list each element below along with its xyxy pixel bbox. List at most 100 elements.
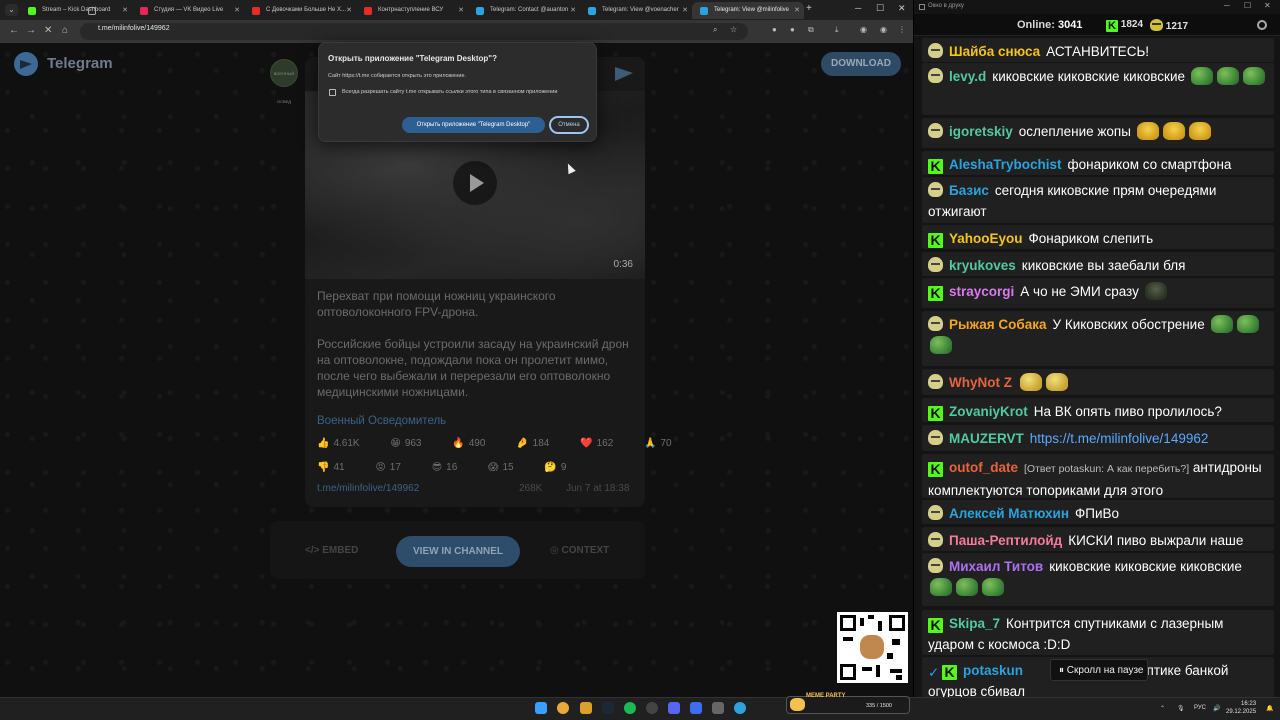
language-indicator[interactable]: РУС [1194,705,1206,711]
scroll-paused-button[interactable]: ⏸ Скролл на паузе [1050,659,1148,681]
back-icon[interactable]: ← [9,25,19,37]
tab-telegram-milinfolive[interactable]: Telegram: View @milinfolive ✕ [692,2,804,19]
play-icon[interactable] [453,161,497,205]
reaction-grin[interactable]: 😁 963 [390,438,435,449]
chat-username[interactable]: igoretskiy [949,124,1013,139]
zoom-icon[interactable]: ⌕ [713,25,717,35]
context-button[interactable]: ◎ CONTEXT [550,545,609,556]
tab-kick-dashboard[interactable]: Stream – Kick Dashboard ✕ [20,2,132,19]
telegram-icon[interactable] [734,702,746,714]
settings-icon[interactable] [1257,20,1267,30]
chat-username[interactable]: Михаил Титов [949,559,1043,574]
always-allow-label[interactable]: Всегда разрешать сайту t.me открывать сс… [342,89,557,95]
share-icon[interactable] [615,67,633,81]
tab-close-icon[interactable]: ✕ [458,2,464,19]
reaction-dislike[interactable]: 👎 41 [317,462,359,473]
maximize-icon[interactable]: ☐ [876,3,884,14]
close-window-icon[interactable]: ✕ [898,3,906,14]
chat-link[interactable]: https://t.me/milinfolive/149962 [1030,431,1209,446]
tab-close-icon[interactable]: ✕ [346,2,352,19]
chat-username[interactable]: Рыжая Собака [949,317,1047,332]
reaction-fire[interactable]: 🔥 490 [452,438,499,449]
tab-telegram-voenacher[interactable]: Telegram: View @voenacher ✕ [580,2,692,19]
always-allow-checkbox[interactable] [329,89,336,96]
download-button[interactable]: DOWNLOAD [821,52,901,76]
chat-username[interactable]: MAUZERVT [949,431,1024,446]
tab-close-icon[interactable]: ✕ [234,2,240,19]
tab-youtube-2[interactable]: Контрнаступление ВСУ ✕ [356,2,468,19]
cancel-button[interactable]: Отмена [549,116,589,134]
tab-telegram-contact[interactable]: Telegram: Contact @auanton ✕ [468,2,580,19]
reaction-angry[interactable]: 😡 17 [375,462,415,473]
tab-search-button[interactable]: ⌄ [5,4,18,16]
steam-icon[interactable] [602,702,614,714]
app-icon[interactable] [690,702,702,714]
reaction-like[interactable]: 👍 4.61K [317,438,374,449]
tab-close-icon[interactable]: ✕ [122,2,128,19]
chat-username[interactable]: Паша-Рептилойд [949,533,1062,548]
obs-icon[interactable] [646,702,658,714]
extensions-puzzle-icon[interactable]: ⧉ [808,25,814,35]
windows-start-icon[interactable] [535,702,547,714]
reload-icon[interactable]: ✕ [44,25,52,37]
minimize-icon[interactable]: ─ [1224,1,1230,10]
reaction-think[interactable]: 🤔 9 [544,462,580,473]
chat-username[interactable]: Шайба снюса [949,44,1040,59]
telegram-brand[interactable]: Telegram [47,55,113,72]
extension-icon[interactable]: ● [790,25,795,34]
view-in-channel-button[interactable]: VIEW IN CHANNEL [396,536,520,567]
url-bar[interactable] [80,23,748,40]
microphone-icon[interactable]: 🎙 [1177,705,1185,712]
chat-username[interactable]: kryukoves [949,258,1016,273]
tab-close-icon[interactable]: ✕ [682,2,688,19]
menu-dots-icon[interactable]: ⋮ [898,25,906,34]
tab-close-icon[interactable]: ✕ [570,2,576,19]
minimize-icon[interactable]: ─ [855,3,861,13]
telegram-logo-icon[interactable] [14,52,38,76]
reaction-cool[interactable]: 😎 16 [432,462,472,473]
forward-icon[interactable]: → [26,25,36,37]
chat-username[interactable]: ZovaniyKrot [949,404,1028,419]
extension-icon[interactable]: ● [772,25,777,34]
new-tab-button[interactable]: + [806,4,812,14]
close-window-icon[interactable]: ✕ [1264,1,1271,10]
chat-username[interactable]: outof_date [949,460,1018,475]
site-info-icon[interactable] [88,7,96,15]
notifications-icon[interactable]: 🔔 [1266,705,1273,712]
post-author-link[interactable]: Военный Осведомитель [317,415,446,427]
tray-chevron-icon[interactable]: ⌃ [1160,705,1165,712]
file-explorer-icon[interactable] [580,702,592,714]
chrome-icon[interactable] [557,702,569,714]
reaction-pray[interactable]: 🙏 70 [644,438,686,449]
download-icon[interactable]: ⤓ [835,25,839,35]
reaction-heart[interactable]: ❤️ 162 [580,438,627,449]
url-text[interactable]: t.me/milinfolive/149962 [98,25,170,32]
reaction-scream[interactable]: 😱 15 [488,462,528,473]
clock[interactable]: 16:23 29.12.2025 [1226,700,1256,716]
chat-username[interactable]: WhyNot Z [949,375,1012,390]
profile-icon[interactable]: ◉ [860,25,867,34]
chat-username[interactable]: Базис [949,183,989,198]
chat-username[interactable]: Алексей Матюхин [949,506,1069,521]
open-app-button[interactable]: Открыть приложение "Telegram Desktop" [402,117,545,133]
embed-button[interactable]: </> EMBED [305,545,358,556]
tab-youtube-1[interactable]: С Девочками Больше Не Х... ✕ [244,2,356,19]
profile-icon[interactable]: ◉ [880,25,887,34]
tab-close-icon[interactable]: ✕ [794,2,800,19]
spotify-icon[interactable] [624,702,636,714]
app-icon[interactable] [712,702,724,714]
volume-icon[interactable]: 🔊 [1213,705,1220,712]
channel-avatar[interactable]: ВОЕННЫЙ ОСВЕД [270,59,298,104]
bookmark-star-icon[interactable]: ☆ [730,25,737,34]
maximize-icon[interactable]: ☐ [1244,1,1251,10]
chat-username[interactable]: straycorgi [949,284,1014,299]
tab-vk-studio[interactable]: Студия — VK Видео Live ✕ [132,2,244,19]
discord-icon[interactable] [668,702,680,714]
chat-username[interactable]: AleshaTrybochist [949,157,1062,172]
home-icon[interactable]: ⌂ [62,25,68,37]
chat-username[interactable]: YahooEyou [949,231,1023,246]
reaction-hand[interactable]: 🤌 184 [516,438,563,449]
chat-username[interactable]: Skipa_7 [949,616,1000,631]
post-link[interactable]: t.me/milinfolive/149962 [317,483,419,494]
chat-username[interactable]: potaskun [963,663,1023,678]
